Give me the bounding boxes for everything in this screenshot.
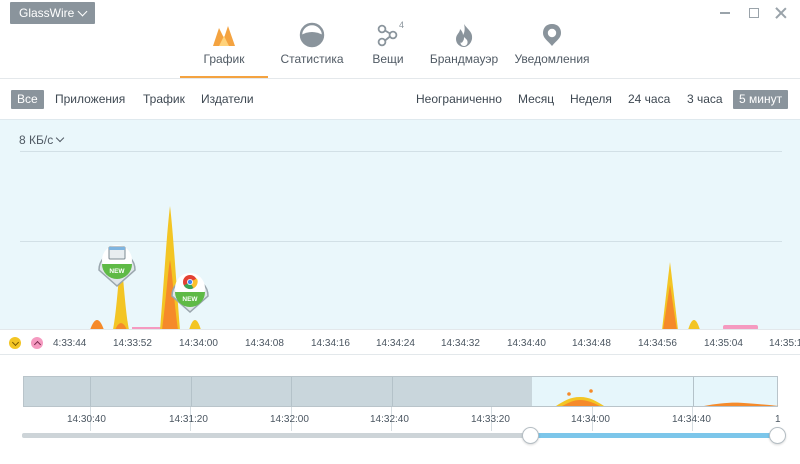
filter-applications[interactable]: Приложения	[49, 90, 131, 109]
filter-traffic[interactable]: Трафик	[137, 90, 191, 109]
time-tick: 14:35:04	[704, 338, 743, 349]
traffic-graph[interactable]: 8 КБ/с NEW NEW	[0, 119, 800, 330]
filter-publishers[interactable]: Издатели	[195, 90, 260, 109]
time-tick: 14:34:56	[638, 338, 677, 349]
range-unlimited[interactable]: Неограниченно	[410, 90, 508, 109]
overview-tick: 14:34:40	[672, 414, 711, 425]
maximize-icon	[749, 8, 759, 18]
filter-all[interactable]: Все	[11, 90, 44, 109]
range-slider-selection[interactable]	[531, 433, 778, 438]
time-tick: 14:34:32	[441, 338, 480, 349]
tab-things-label: Вещи	[372, 52, 404, 66]
range-slider-end-handle[interactable]	[769, 427, 786, 444]
overview-tick: 14:33:20	[471, 414, 510, 425]
overview-tick: 14:31:20	[169, 414, 208, 425]
app-name: GlassWire	[19, 6, 75, 20]
range-3h[interactable]: 3 часа	[681, 90, 729, 109]
time-tick: 14:34:40	[507, 338, 546, 349]
time-tick: 14:35:1	[769, 338, 800, 349]
header-divider	[0, 78, 800, 79]
tab-stats-label: Статистика	[280, 52, 344, 66]
range-24h[interactable]: 24 часа	[622, 90, 676, 109]
time-tick: 14:34:08	[245, 338, 284, 349]
stats-icon	[299, 22, 325, 48]
tab-notifications-label: Уведомления	[514, 52, 590, 66]
app-marker-new[interactable]: NEW	[98, 245, 136, 288]
time-tick: 14:34:16	[311, 338, 350, 349]
things-icon	[377, 24, 398, 47]
main-tabs: График Статистика 4 Вещи Брандмауэр Увед…	[180, 16, 596, 78]
notifications-icon	[543, 24, 561, 46]
overview-axis-bg	[531, 407, 778, 435]
time-tick: 14:34:24	[376, 338, 415, 349]
overview-tick: 14:32:40	[370, 414, 409, 425]
time-axis: 4:33:44 14:33:52 14:34:00 14:34:08 14:34…	[0, 329, 800, 355]
maximize-button[interactable]	[747, 6, 761, 20]
filter-bar: Все Приложения Трафик Издатели Неогранич…	[0, 86, 800, 112]
range-5min[interactable]: 5 минут	[733, 90, 789, 109]
time-tick: 4:33:44	[53, 338, 87, 349]
time-tick: 14:34:00	[179, 338, 218, 349]
time-tick: 14:33:52	[113, 338, 152, 349]
overview-tick: 1	[775, 414, 781, 425]
tab-notifications[interactable]: Уведомления	[508, 16, 596, 78]
firewall-icon	[456, 24, 473, 47]
traffic-plot: NEW NEW	[90, 206, 758, 330]
range-week[interactable]: Неделя	[564, 90, 618, 109]
range-slider-start-handle[interactable]	[522, 427, 539, 444]
new-badge: NEW	[109, 268, 125, 275]
tab-stats[interactable]: Статистика	[268, 16, 356, 78]
minimize-button[interactable]	[718, 6, 732, 20]
graph-icon	[213, 26, 235, 46]
overview-tick: 14:32:00	[270, 414, 309, 425]
download-legend-icon[interactable]	[9, 337, 21, 349]
range-month[interactable]: Месяц	[512, 90, 560, 109]
tab-graph[interactable]: График	[180, 16, 268, 78]
overview-tick: 14:30:40	[67, 414, 106, 425]
things-count-badge: 4	[399, 20, 405, 30]
tab-things[interactable]: 4 Вещи	[356, 16, 420, 78]
tab-firewall[interactable]: Брандмауэр	[420, 16, 508, 78]
minimize-icon	[720, 12, 730, 14]
app-menu-button[interactable]: GlassWire	[10, 2, 96, 24]
tab-firewall-label: Брандмауэр	[429, 52, 499, 66]
new-badge: NEW	[182, 296, 198, 303]
tab-graph-label: График	[203, 52, 245, 66]
close-button[interactable]	[774, 6, 788, 20]
overview-plot	[556, 389, 779, 406]
overview-tick: 14:34:00	[571, 414, 610, 425]
overview-timeline[interactable]	[23, 376, 779, 407]
chevron-down-icon	[77, 6, 88, 16]
close-icon	[775, 7, 787, 19]
upload-legend-icon[interactable]	[31, 337, 43, 349]
time-tick: 14:34:48	[572, 338, 611, 349]
